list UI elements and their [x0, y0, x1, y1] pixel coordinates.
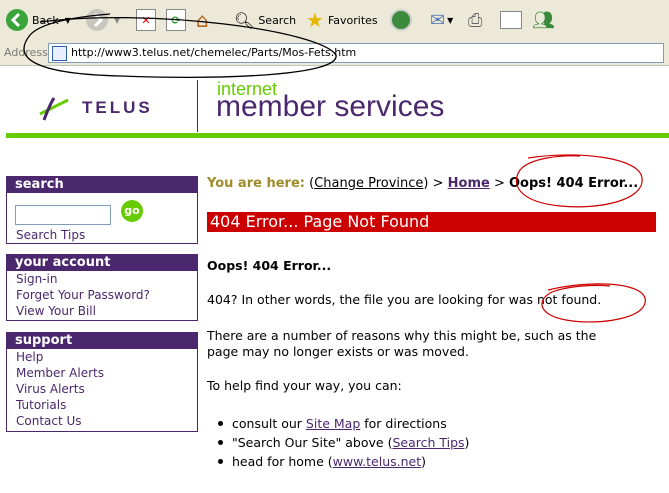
tutorials-link[interactable]: Tutorials [7, 397, 197, 413]
bullet-text: ) [421, 454, 427, 469]
member-alerts-link[interactable]: Member Alerts [7, 365, 197, 381]
browser-toolbar: Back ▼ ▼ ✕ ⟳ ⌂ 🔍︎ Search ★ Favorites ✉ ▼… [0, 0, 669, 41]
list-item: consult our Site Map for directions [218, 416, 447, 431]
sign-in-link[interactable]: Sign-in [7, 271, 197, 287]
back-arrow-icon [6, 9, 28, 31]
go-button-label: go [124, 204, 140, 217]
messenger-button[interactable]: 👥︎ [532, 8, 555, 32]
breadcrumb-current: Oops! 404 Error... [509, 176, 639, 191]
favorites-button[interactable]: ★ Favorites [306, 8, 378, 32]
forward-arrow-icon [86, 9, 108, 31]
bullet-text: consult our [232, 416, 306, 431]
help-link[interactable]: Help [7, 349, 197, 365]
site-map-link[interactable]: Site Map [306, 416, 360, 431]
contact-us-link[interactable]: Contact Us [7, 413, 197, 429]
help-intro: To help find your way, you can: [207, 378, 402, 393]
page-icon [52, 46, 67, 61]
print-button[interactable]: ⎙ [468, 8, 482, 32]
support-box-title: support [7, 333, 197, 349]
search-tips-inline-link[interactable]: Search Tips [392, 435, 464, 450]
forward-button[interactable]: ▼ [86, 8, 120, 32]
telus-logo-text: TELUS [82, 98, 153, 117]
address-field[interactable]: http://www3.telus.net/chemelec/Parts/Mos… [48, 43, 664, 63]
history-button[interactable] [390, 8, 412, 32]
search-box-title: search [7, 177, 197, 193]
edit-button[interactable] [500, 8, 522, 32]
header-divider [197, 80, 198, 132]
telus-swoosh-icon [39, 97, 69, 121]
messenger-icon: 👥︎ [532, 9, 555, 31]
home-button[interactable]: ⌂ [196, 8, 209, 32]
breadcrumb-sep2: > [489, 176, 509, 191]
breadcrumb-prefix: You are here: [207, 176, 305, 191]
search-box: search go Search Tips [6, 176, 198, 244]
chevron-down-icon[interactable]: ▼ [114, 16, 120, 25]
go-button[interactable]: go [121, 200, 143, 222]
search-button[interactable]: 🔍︎ Search [234, 8, 296, 32]
bullet-icon [218, 440, 223, 445]
mail-button[interactable]: ✉ ▼ [430, 8, 453, 32]
printer-icon: ⎙ [468, 9, 483, 31]
back-label: Back [32, 13, 59, 27]
account-box-title: your account [7, 255, 197, 271]
address-url[interactable]: http://www3.telus.net/chemelec/Parts/Mos… [71, 46, 356, 59]
support-box: support Help Member Alerts Virus Alerts … [6, 332, 198, 432]
forgot-password-link[interactable]: Forget Your Password? [7, 287, 197, 303]
chevron-down-icon[interactable]: ▼ [447, 16, 453, 25]
home-link[interactable]: Home [448, 176, 490, 191]
error-paragraph-2b: page may no longer exists or was moved. [207, 344, 469, 359]
bullet-icon [218, 421, 223, 426]
breadcrumb: You are here: (Change Province) > Home >… [207, 176, 638, 191]
virus-alerts-link[interactable]: Virus Alerts [7, 381, 197, 397]
bullet-icon [218, 459, 223, 464]
home-icon: ⌂ [196, 8, 209, 32]
search-tips-link[interactable]: Search Tips [7, 227, 85, 243]
chevron-down-icon[interactable]: ▼ [65, 16, 71, 25]
address-bar: Address http://www3.telus.net/chemelec/P… [0, 40, 669, 66]
stop-icon: ✕ [136, 9, 156, 31]
breadcrumb-sep1: ) > [423, 176, 448, 191]
mail-icon: ✉ [430, 9, 446, 31]
refresh-button[interactable]: ⟳ [166, 8, 186, 32]
address-label: Address [4, 46, 48, 59]
list-item: "Search Our Site" above (Search Tips) [218, 435, 470, 450]
member-services-title: member services [216, 90, 445, 123]
star-icon: ★ [306, 8, 324, 32]
telus-home-link[interactable]: www.telus.net [333, 454, 421, 469]
refresh-icon: ⟳ [166, 9, 186, 31]
change-province-link[interactable]: Change Province [314, 176, 423, 191]
list-item: head for home (www.telus.net) [218, 454, 427, 469]
bullet-text: "Search Our Site" above ( [232, 435, 393, 450]
error-paragraph-1: 404? In other words, the file you are lo… [207, 292, 602, 307]
header-green-bar [6, 133, 669, 138]
error-heading: Oops! 404 Error... [207, 258, 332, 273]
bullet-text: for directions [360, 416, 447, 431]
search-input[interactable] [15, 205, 111, 225]
favorites-label: Favorites [327, 13, 378, 27]
bullet-text: head for home ( [232, 454, 333, 469]
bullet-text: ) [464, 435, 470, 450]
error-paragraph-2a: There are a number of reasons why this m… [207, 328, 597, 343]
view-bill-link[interactable]: View Your Bill [7, 303, 197, 319]
search-label: Search [258, 13, 297, 27]
search-icon: 🔍︎ [234, 10, 255, 30]
account-box: your account Sign-in Forget Your Passwor… [6, 254, 198, 321]
error-banner: 404 Error... Page Not Found [207, 212, 656, 232]
edit-icon [500, 11, 522, 29]
stop-button[interactable]: ✕ [136, 8, 156, 32]
back-button[interactable]: Back ▼ [6, 8, 71, 32]
history-icon [390, 9, 412, 31]
